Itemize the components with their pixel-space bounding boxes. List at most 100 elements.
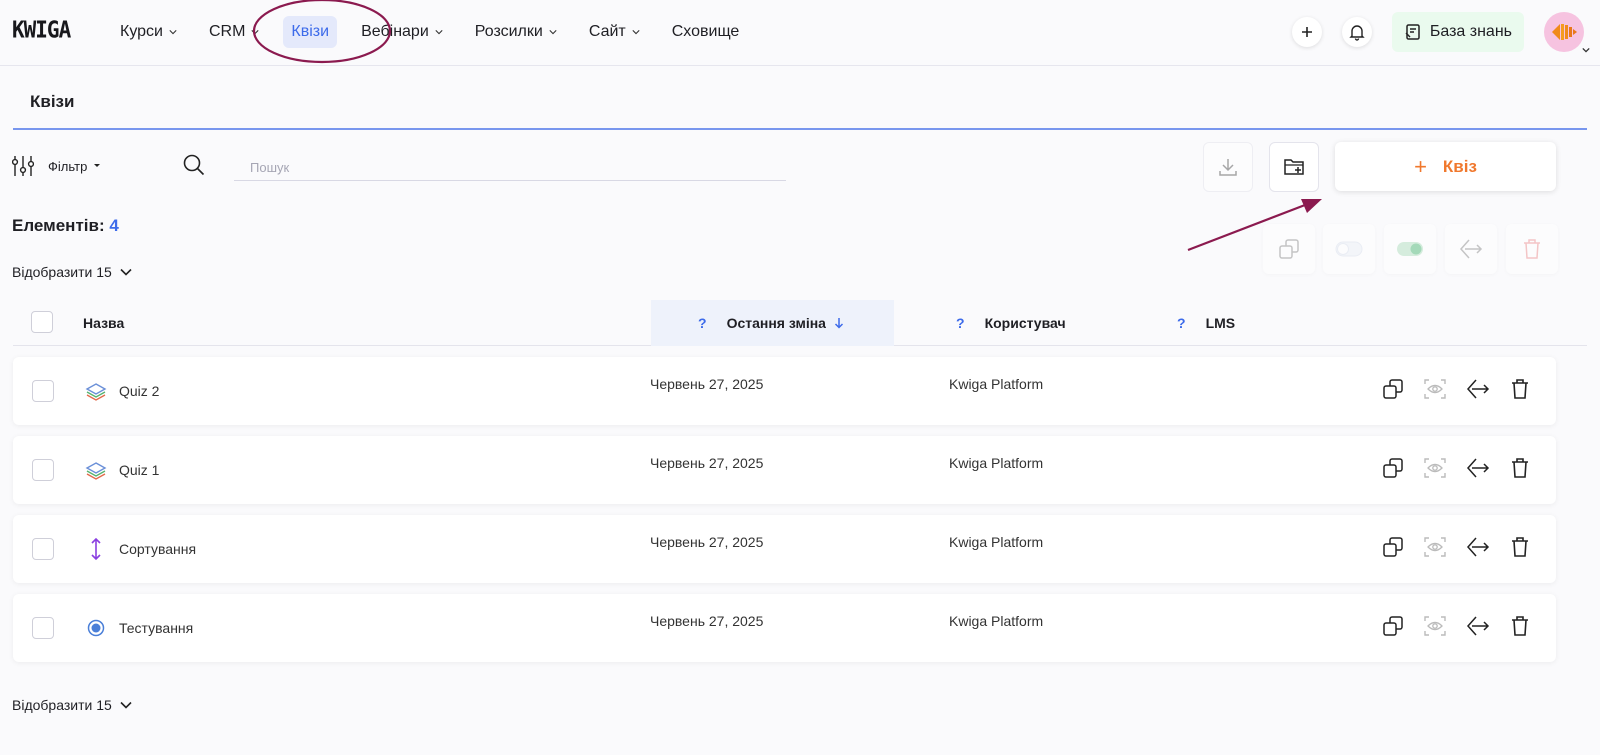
row-date: Червень 27, 2025 [650, 455, 764, 471]
nav-item-label: Курси [120, 23, 163, 40]
delete-button[interactable] [1507, 534, 1533, 560]
bulk-delete-button[interactable] [1506, 224, 1558, 274]
add-quiz-button[interactable]: + Квіз [1335, 142, 1556, 191]
preview-button[interactable] [1422, 455, 1448, 481]
notifications-button[interactable] [1341, 17, 1372, 47]
copy-button[interactable] [1380, 376, 1406, 402]
table-header: Назва ? Остання зміна ? Користувач ? LMS [13, 300, 1587, 346]
download-button[interactable] [1203, 142, 1253, 192]
export-button[interactable] [1465, 455, 1491, 481]
delete-button[interactable] [1507, 613, 1533, 639]
sort-arrows-icon [85, 537, 107, 561]
top-right-actions: База знань [1291, 12, 1590, 53]
row-name[interactable]: Тестування [119, 620, 193, 636]
column-name[interactable]: Назва [83, 300, 124, 346]
bulk-export-button[interactable] [1445, 224, 1497, 274]
search-input[interactable] [234, 155, 786, 181]
row-checkbox[interactable] [32, 538, 54, 560]
help-icon[interactable]: ? [698, 315, 707, 331]
chevron-down-icon [632, 30, 640, 35]
page-title: Квізи [30, 92, 75, 111]
filter-label: Фільтр [48, 158, 88, 174]
nav-item-label: Квізи [291, 23, 330, 40]
select-all-checkbox[interactable] [31, 311, 53, 333]
row-name[interactable]: Quiz 1 [119, 462, 159, 478]
toggle-on-icon [1397, 242, 1423, 256]
bulk-toggle-on[interactable] [1384, 224, 1436, 274]
nav-item-quizzes[interactable]: Квізи [283, 16, 338, 48]
preview-button[interactable] [1422, 613, 1448, 639]
column-last-change[interactable]: ? Остання зміна [651, 300, 894, 346]
eye-scan-icon [1424, 616, 1446, 636]
add-folder-button[interactable] [1269, 142, 1319, 192]
chevron-down-icon [435, 30, 443, 35]
row-checkbox[interactable] [32, 380, 54, 402]
add-button[interactable] [1291, 17, 1322, 47]
items-count-label: Елементів: [12, 216, 105, 235]
table-row[interactable]: Quiz 1 Червень 27, 2025 Kwiga Platform [13, 436, 1556, 504]
avatar[interactable] [1544, 12, 1590, 53]
table-row[interactable]: Сортування Червень 27, 2025 Kwiga Platfo… [13, 515, 1556, 583]
nav-item-webinars[interactable]: Вебінари [353, 16, 451, 48]
eye-scan-icon [1424, 537, 1446, 557]
bulk-toggle-off[interactable] [1323, 224, 1375, 274]
export-button[interactable] [1465, 613, 1491, 639]
column-user-label: Користувач [984, 315, 1066, 331]
page-size-label: Відобразити 15 [12, 264, 112, 280]
nav-item-label: Розсилки [474, 23, 543, 40]
export-button[interactable] [1465, 534, 1491, 560]
row-checkbox[interactable] [32, 617, 54, 639]
page-size-select-top[interactable]: Відобразити 15 [12, 264, 132, 280]
filter-button[interactable]: Фільтр [12, 154, 101, 178]
search-icon[interactable] [183, 154, 205, 176]
row-name[interactable]: Сортування [119, 541, 196, 557]
preview-button[interactable] [1422, 376, 1448, 402]
page-size-select-bottom[interactable]: Відобразити 15 [12, 697, 132, 713]
trash-icon [1524, 239, 1540, 259]
knowledge-base-label: База знань [1429, 23, 1512, 40]
nav-item-courses[interactable]: Курси [112, 16, 185, 48]
row-checkbox[interactable] [32, 459, 54, 481]
nav-item-crm[interactable]: CRM [201, 16, 267, 48]
help-icon[interactable]: ? [1177, 315, 1186, 331]
table-row[interactable]: Тестування Червень 27, 2025 Kwiga Platfo… [13, 594, 1556, 662]
folder-plus-icon [1284, 159, 1304, 175]
row-date: Червень 27, 2025 [650, 534, 764, 550]
nav-item-label: Сайт [588, 23, 626, 40]
preview-button[interactable] [1422, 534, 1448, 560]
app-logo[interactable]: KWIGA [12, 17, 71, 43]
nav-item-site[interactable]: Сайт [581, 16, 648, 48]
items-count: Елементів: 4 [12, 216, 119, 236]
column-lms[interactable]: ? LMS [1177, 300, 1235, 346]
sliders-icon [12, 156, 34, 176]
table-row[interactable]: Quiz 2 Червень 27, 2025 Kwiga Platform [13, 357, 1556, 425]
row-date: Червень 27, 2025 [650, 613, 764, 629]
bell-icon [1349, 25, 1365, 41]
copy-button[interactable] [1380, 534, 1406, 560]
copy-button[interactable] [1380, 613, 1406, 639]
delete-button[interactable] [1507, 455, 1533, 481]
nav-item-label: CRM [208, 23, 246, 40]
chevron-down-icon [169, 30, 177, 35]
trash-icon [1512, 616, 1528, 636]
copy-icon [1383, 458, 1403, 478]
top-navbar: KWIGA Курси CRM Квізи Вебінари Розсилки … [0, 0, 1600, 66]
export-icon [1459, 239, 1483, 259]
column-name-label: Назва [83, 315, 125, 331]
knowledge-base-button[interactable]: База знань [1391, 12, 1524, 52]
export-button[interactable] [1465, 376, 1491, 402]
chevron-down-icon [251, 30, 260, 35]
chevron-down-icon [1582, 47, 1590, 53]
row-date: Червень 27, 2025 [650, 376, 764, 392]
export-icon [1466, 379, 1490, 399]
help-icon[interactable]: ? [956, 315, 965, 331]
trash-icon [1512, 458, 1528, 478]
copy-button[interactable] [1380, 455, 1406, 481]
nav-item-storage[interactable]: Сховище [664, 16, 748, 48]
title-underline [13, 128, 1587, 130]
column-user[interactable]: ? Користувач [956, 300, 1066, 346]
nav-item-mailings[interactable]: Розсилки [467, 16, 565, 48]
bulk-copy-button[interactable] [1263, 224, 1315, 274]
row-name[interactable]: Quiz 2 [119, 383, 159, 399]
delete-button[interactable] [1507, 376, 1533, 402]
